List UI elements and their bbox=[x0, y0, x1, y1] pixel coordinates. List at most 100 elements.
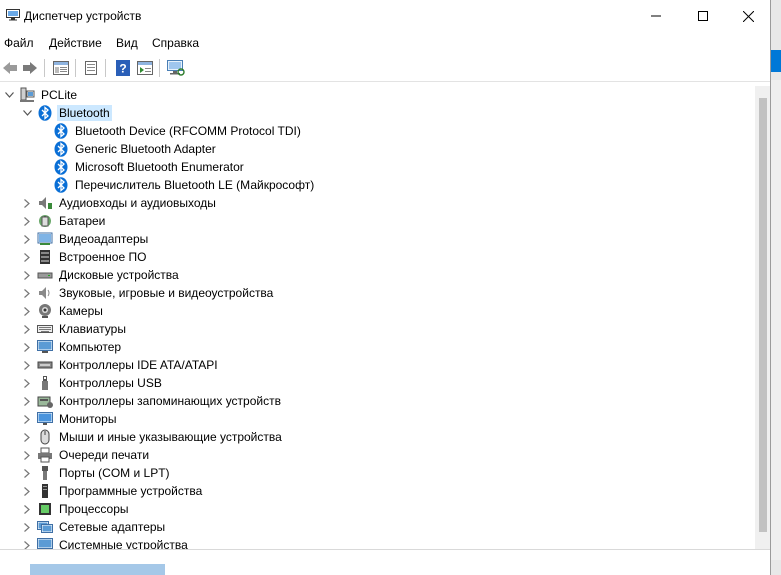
device-category[interactable]: Контроллеры запоминающих устройств bbox=[21, 392, 283, 410]
device-category[interactable]: Контроллеры USB bbox=[21, 374, 164, 392]
close-icon bbox=[742, 10, 754, 22]
scrollbar-thumb[interactable] bbox=[759, 98, 767, 532]
device-category[interactable]: Процессоры bbox=[21, 500, 131, 518]
bluetooth-device-item[interactable]: Перечислитель Bluetooth LE (Майкрософт) bbox=[53, 176, 316, 194]
chevron-right-icon[interactable] bbox=[21, 428, 33, 446]
toolbar-separator bbox=[75, 59, 76, 77]
menu-view[interactable]: Вид bbox=[116, 36, 138, 50]
chevron-right-icon[interactable] bbox=[21, 500, 33, 518]
chevron-right-icon[interactable] bbox=[21, 302, 33, 320]
device-category[interactable]: Контроллеры IDE ATA/ATAPI bbox=[21, 356, 220, 374]
bluetooth-device-item[interactable]: Microsoft Bluetooth Enumerator bbox=[53, 158, 246, 176]
device-category[interactable]: Мониторы bbox=[21, 410, 118, 428]
device-category[interactable]: Очереди печати bbox=[21, 446, 151, 464]
device-label: Bluetooth Device (RFCOMM Protocol TDI) bbox=[75, 124, 301, 138]
port-icon bbox=[37, 465, 53, 481]
vertical-scrollbar[interactable] bbox=[755, 86, 770, 549]
scan-hardware-button[interactable] bbox=[166, 57, 186, 79]
update-driver-button[interactable] bbox=[81, 57, 101, 79]
category-label: Сетевые адаптеры bbox=[59, 520, 166, 534]
chevron-right-icon[interactable] bbox=[21, 320, 33, 338]
bluetooth-device-item[interactable]: Generic Bluetooth Adapter bbox=[53, 140, 218, 158]
chevron-right-icon[interactable] bbox=[21, 230, 33, 248]
chevron-right-icon[interactable] bbox=[21, 338, 33, 356]
device-category[interactable]: Сетевые адаптеры bbox=[21, 518, 167, 536]
device-label: Generic Bluetooth Adapter bbox=[75, 142, 216, 156]
chevron-right-icon[interactable] bbox=[21, 464, 33, 482]
chevron-right-icon[interactable] bbox=[21, 248, 33, 266]
chevron-right-icon[interactable] bbox=[21, 212, 33, 230]
device-category[interactable]: Встроенное ПО bbox=[21, 248, 148, 266]
device-category[interactable]: Аудиовходы и аудиовыходы bbox=[21, 194, 218, 212]
device-category[interactable]: Дисковые устройства bbox=[21, 266, 181, 284]
device-category[interactable]: Батареи bbox=[21, 212, 107, 230]
chevron-right-icon[interactable] bbox=[21, 518, 33, 536]
menu-file[interactable]: Файл bbox=[4, 36, 34, 50]
device-category[interactable]: Звуковые, игровые и видеоустройства bbox=[21, 284, 275, 302]
bluetooth-device-item[interactable]: Bluetooth Device (RFCOMM Protocol TDI) bbox=[53, 122, 303, 140]
category-label: Порты (COM и LPT) bbox=[59, 466, 170, 480]
category-label: Клавиатуры bbox=[59, 322, 126, 336]
chevron-right-icon[interactable] bbox=[21, 356, 33, 374]
menu-action[interactable]: Действие bbox=[49, 36, 102, 50]
help-icon: ? bbox=[116, 60, 130, 76]
bluetooth-icon bbox=[53, 141, 69, 157]
device-category[interactable]: Мыши и иные указывающие устройства bbox=[21, 428, 284, 446]
disk-icon bbox=[37, 267, 53, 283]
menu-help[interactable]: Справка bbox=[152, 36, 199, 50]
forward-icon bbox=[23, 62, 37, 74]
device-tree[interactable]: PCLite Bluetooth Bluetooth Device (RFCOM… bbox=[0, 86, 755, 549]
toolbar-separator bbox=[105, 59, 106, 77]
maximize-button[interactable] bbox=[680, 0, 726, 32]
minimize-icon bbox=[651, 15, 661, 17]
device-manager-window: Диспетчер устройств Файл Действие Вид Сп… bbox=[0, 0, 771, 575]
action-button[interactable] bbox=[135, 57, 155, 79]
chevron-down-icon[interactable] bbox=[3, 86, 15, 104]
chevron-down-icon[interactable] bbox=[21, 104, 33, 122]
category-label: Очереди печати bbox=[59, 448, 150, 462]
title-bar[interactable]: Диспетчер устройств bbox=[0, 0, 770, 32]
chevron-right-icon[interactable] bbox=[21, 482, 33, 500]
minimize-button[interactable] bbox=[633, 0, 679, 32]
menu-bar: Файл Действие Вид Справка bbox=[0, 33, 770, 53]
device-category[interactable]: Клавиатуры bbox=[21, 320, 128, 338]
category-bluetooth[interactable]: Bluetooth bbox=[21, 104, 112, 122]
chevron-right-icon[interactable] bbox=[21, 266, 33, 284]
chevron-right-icon[interactable] bbox=[21, 374, 33, 392]
ide-controller-icon bbox=[37, 357, 53, 373]
device-category[interactable]: Программные устройства bbox=[21, 482, 204, 500]
chevron-right-icon[interactable] bbox=[21, 284, 33, 302]
bluetooth-icon bbox=[37, 105, 53, 121]
device-category[interactable]: Видеоадаптеры bbox=[21, 230, 150, 248]
svg-text:?: ? bbox=[119, 62, 126, 76]
device-label: Перечислитель Bluetooth LE (Майкрософт) bbox=[75, 178, 315, 192]
chevron-right-icon[interactable] bbox=[21, 446, 33, 464]
storage-controller-icon bbox=[37, 393, 53, 409]
back-button[interactable] bbox=[0, 57, 20, 79]
device-category[interactable]: Камеры bbox=[21, 302, 105, 320]
tree-root[interactable]: PCLite bbox=[3, 86, 79, 104]
maximize-icon bbox=[698, 11, 708, 21]
printer-icon bbox=[37, 447, 53, 463]
processor-icon bbox=[37, 501, 53, 517]
chevron-right-icon[interactable] bbox=[21, 194, 33, 212]
forward-button[interactable] bbox=[20, 57, 40, 79]
chevron-right-icon[interactable] bbox=[21, 392, 33, 410]
bluetooth-icon bbox=[53, 123, 69, 139]
properties-button[interactable] bbox=[51, 57, 71, 79]
chevron-right-icon[interactable] bbox=[21, 410, 33, 428]
status-bar bbox=[0, 550, 770, 575]
back-icon bbox=[3, 62, 17, 74]
close-button[interactable] bbox=[725, 0, 771, 32]
device-label: Microsoft Bluetooth Enumerator bbox=[75, 160, 244, 174]
help-button[interactable]: ? bbox=[113, 57, 133, 79]
device-category[interactable]: Компьютер bbox=[21, 338, 123, 356]
category-label: Компьютер bbox=[59, 340, 122, 354]
device-category[interactable]: Системные устройства bbox=[21, 536, 190, 549]
system-device-icon bbox=[37, 537, 53, 549]
category-label: Батареи bbox=[59, 214, 106, 228]
computer-root-icon bbox=[19, 87, 35, 103]
chevron-right-icon[interactable] bbox=[21, 536, 33, 549]
device-category[interactable]: Порты (COM и LPT) bbox=[21, 464, 172, 482]
firmware-icon bbox=[37, 249, 53, 265]
